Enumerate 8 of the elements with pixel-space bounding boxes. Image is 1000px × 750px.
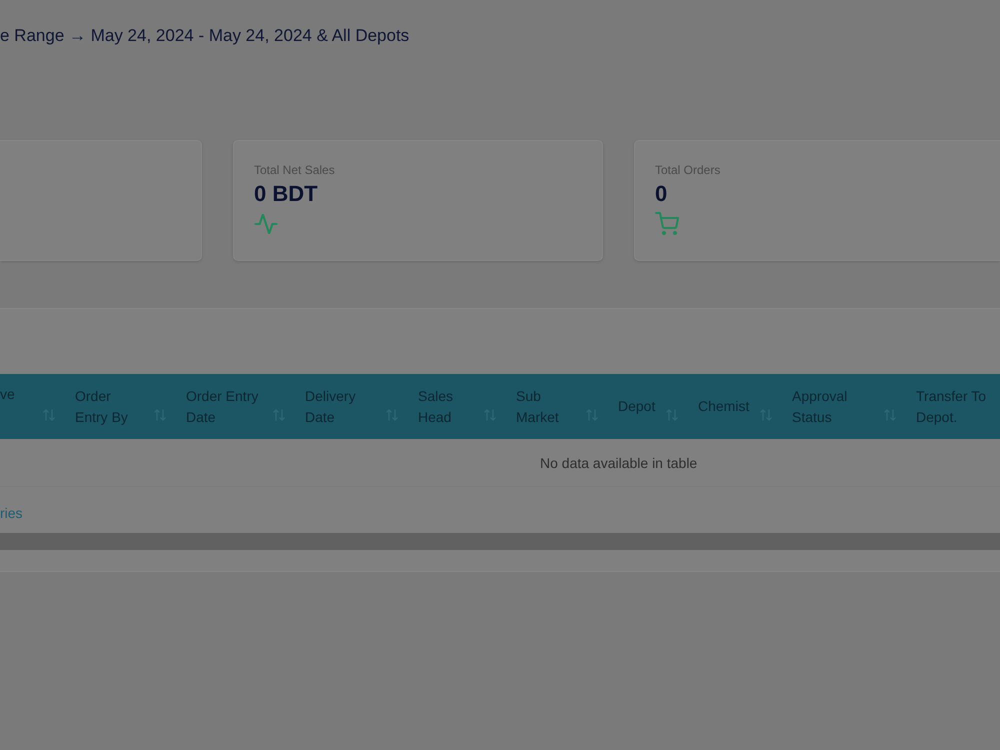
- report-title: e Range → May 24, 2024 - May 24, 2024 & All Depots: [0, 26, 410, 46]
- table-info-text: ries: [0, 505, 23, 522]
- horizontal-scrollbar[interactable]: [0, 533, 1000, 550]
- empty-table-message: No data available in table: [540, 454, 698, 472]
- cart-icon: [655, 212, 679, 236]
- stat-value: 0 BDT: [254, 181, 318, 207]
- stat-value: 0: [655, 181, 668, 207]
- pulse-icon: [254, 214, 278, 234]
